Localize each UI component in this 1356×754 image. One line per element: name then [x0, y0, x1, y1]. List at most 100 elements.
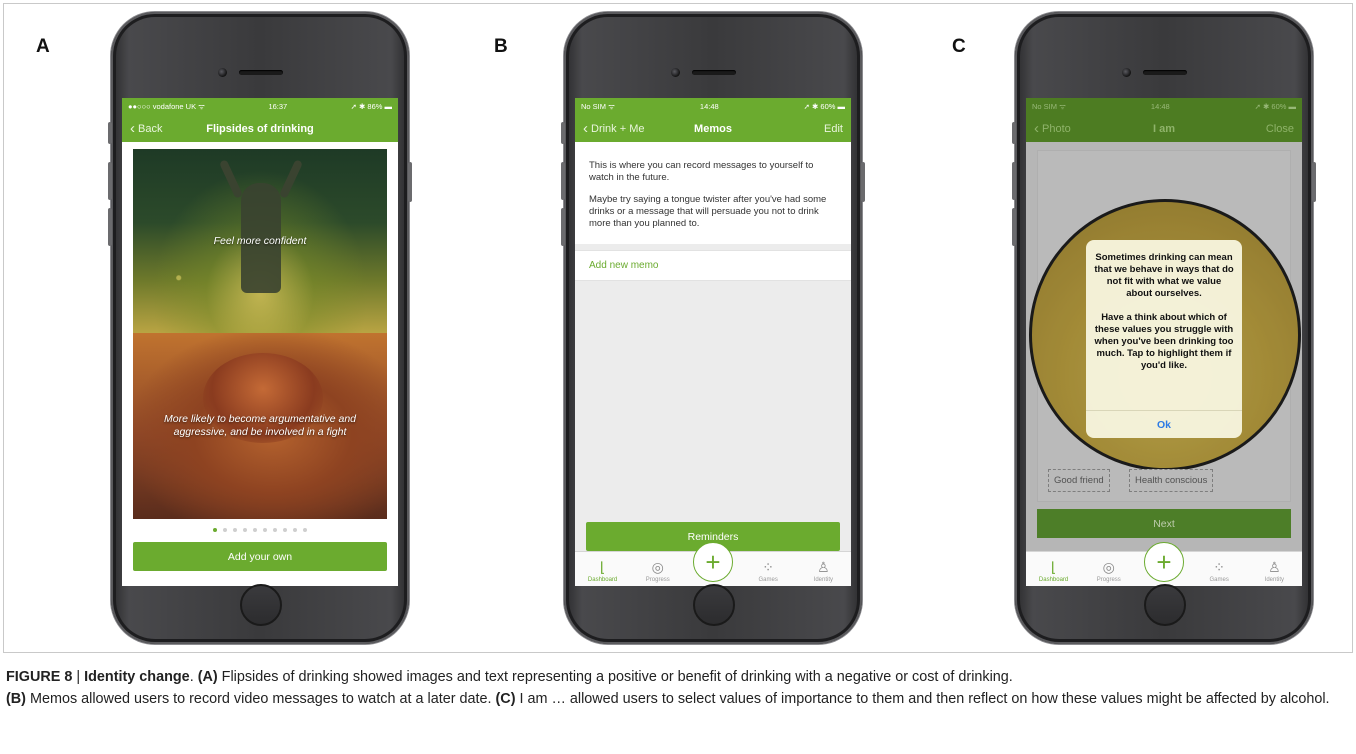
tab-label: Dashboard: [587, 577, 618, 583]
home-button[interactable]: [693, 584, 735, 626]
tab-progress[interactable]: ◎ Progress: [634, 559, 682, 583]
home-button[interactable]: [240, 584, 282, 626]
next-button[interactable]: Next: [1037, 509, 1291, 538]
tab-label: Identity: [813, 577, 834, 583]
battery-label: ➚ ✱ 60% ▬: [803, 102, 845, 111]
intro-paragraph: This is where you can record messages to…: [589, 160, 814, 183]
man-arm-image: [278, 159, 304, 199]
carrier-label: No SIM ᯤ: [1032, 101, 1066, 111]
clock-label: 14:48: [1150, 102, 1170, 111]
front-camera: [671, 68, 680, 77]
alert-ok-button[interactable]: Ok: [1086, 410, 1242, 438]
front-camera: [1122, 68, 1131, 77]
tab-games[interactable]: ⁘ Games: [744, 559, 792, 583]
page-dot[interactable]: [283, 528, 287, 532]
tab-bar: ⌊ Dashboard ◎ Progress + ⁘ Games ♙ Identity: [575, 542, 851, 586]
chevron-left-icon: ‹: [1034, 120, 1039, 137]
power-button: [408, 162, 412, 202]
tab-bar: ⌊ Dashboard ◎ Progress + ⁘ Games ♙ Identity: [1026, 542, 1302, 586]
cost-card[interactable]: More likely to become argumentative and …: [133, 333, 387, 519]
back-button[interactable]: ‹ Drink + Me: [583, 120, 645, 137]
tab-add[interactable]: +: [689, 542, 737, 583]
tab-progress[interactable]: ◎ Progress: [1085, 559, 1133, 583]
page-dot[interactable]: [223, 528, 227, 532]
front-camera: [218, 68, 227, 77]
caption-text-b: Memos allowed users to record video mess…: [25, 691, 496, 707]
tab-add[interactable]: +: [1140, 542, 1188, 583]
carrier-label: No SIM ᯤ: [581, 101, 615, 111]
screen-c: No SIM ᯤ 14:48 ➚ ✱ 60% ▬ ‹ Photo I am Cl…: [1026, 98, 1302, 586]
values-alert-dialog: Sometimes drinking can mean that we beha…: [1086, 240, 1242, 438]
add-new-memo-button[interactable]: Add new memo: [575, 250, 851, 281]
status-bar: No SIM ᯤ 14:48 ➚ ✱ 60% ▬: [575, 98, 851, 115]
nav-title: Flipsides of drinking: [206, 122, 314, 135]
tab-dashboard[interactable]: ⌊ Dashboard: [1030, 559, 1078, 583]
back-label: Back: [138, 122, 163, 135]
caption-label-c: (C): [495, 691, 516, 707]
alert-message: Have a think about which of these values…: [1094, 312, 1234, 371]
page-dot[interactable]: [213, 528, 217, 532]
page-dot[interactable]: [263, 528, 267, 532]
dashboard-icon: ⌊: [599, 559, 606, 575]
tab-identity[interactable]: ♙ Identity: [799, 559, 847, 583]
page-dot[interactable]: [233, 528, 237, 532]
volume-down-button: [561, 208, 565, 246]
chevron-left-icon: ‹: [583, 120, 588, 137]
value-tag-good-friend[interactable]: Good friend: [1048, 469, 1110, 492]
plus-icon: +: [1143, 542, 1184, 582]
close-button[interactable]: Close: [1266, 123, 1294, 135]
tab-dashboard[interactable]: ⌊ Dashboard: [579, 559, 627, 583]
back-label: Photo: [1042, 122, 1071, 135]
memos-intro: This is where you can record messages to…: [575, 142, 851, 244]
battery-label: ➚ ✱ 60% ▬: [1254, 102, 1296, 111]
games-icon: ⁘: [1213, 559, 1226, 575]
intro-paragraph: Maybe try saying a tongue twister after …: [589, 194, 827, 229]
page-dot[interactable]: [293, 528, 297, 532]
phone-a: ●●○○○ vodafone UK ᯤ 16:37 ➚ ✱ 86% ▬ ‹ Ba…: [108, 12, 412, 644]
cost-text: More likely to become argumentative and …: [163, 413, 356, 438]
clock-label: 14:48: [699, 102, 719, 111]
tab-games[interactable]: ⁘ Games: [1195, 559, 1243, 583]
back-label: Drink + Me: [591, 122, 645, 135]
alert-message: Sometimes drinking can mean that we beha…: [1094, 252, 1234, 299]
figure-frame: A ●●○○○ vodafone UK ᯤ 16:37 ➚ ✱ 86% ▬ ‹ …: [3, 3, 1353, 653]
caption-intro: .: [189, 669, 198, 685]
volume-down-button: [1012, 208, 1016, 246]
add-your-own-button[interactable]: Add your own: [133, 542, 387, 571]
benefit-card[interactable]: Feel more confident: [133, 149, 387, 333]
tab-label: Games: [1209, 577, 1229, 583]
plus-icon: +: [692, 542, 733, 582]
edit-button[interactable]: Edit: [824, 123, 843, 135]
panel-letter-b: B: [494, 36, 508, 57]
games-icon: ⁘: [762, 559, 775, 575]
home-button[interactable]: [1144, 584, 1186, 626]
power-button: [1312, 162, 1316, 202]
i-am-content: Good friend Health conscious Next Someti…: [1026, 142, 1302, 586]
clock-label: 16:37: [268, 102, 288, 111]
page-indicator[interactable]: [122, 528, 398, 532]
volume-up-button: [1012, 162, 1016, 200]
page-dot[interactable]: [243, 528, 247, 532]
tab-label: Games: [758, 577, 778, 583]
page-dot[interactable]: [273, 528, 277, 532]
volume-down-button: [108, 208, 112, 246]
phone-b: No SIM ᯤ 14:48 ➚ ✱ 60% ▬ ‹ Drink + Me Me…: [561, 12, 865, 644]
page-dot[interactable]: [303, 528, 307, 532]
man-arm-image: [218, 159, 244, 199]
tab-identity[interactable]: ♙ Identity: [1250, 559, 1298, 583]
tab-label: Progress: [645, 577, 670, 583]
screen-b: No SIM ᯤ 14:48 ➚ ✱ 60% ▬ ‹ Drink + Me Me…: [575, 98, 851, 586]
power-button: [861, 162, 865, 202]
back-button[interactable]: ‹ Back: [130, 121, 163, 136]
figure-label: FIGURE 8: [6, 669, 73, 685]
target-icon: ◎: [1102, 559, 1115, 575]
back-button[interactable]: ‹ Photo: [1034, 120, 1071, 137]
mute-switch: [1012, 122, 1016, 144]
value-tag-health-conscious[interactable]: Health conscious: [1129, 469, 1214, 492]
nav-bar: ‹ Back Flipsides of drinking: [122, 115, 398, 142]
battery-label: ➚ ✱ 86% ▬: [350, 102, 392, 111]
carrier-label: ●●○○○ vodafone UK ᯤ: [128, 101, 206, 111]
page-dot[interactable]: [253, 528, 257, 532]
earpiece-speaker: [692, 70, 736, 75]
memos-content: This is where you can record messages to…: [575, 142, 851, 586]
